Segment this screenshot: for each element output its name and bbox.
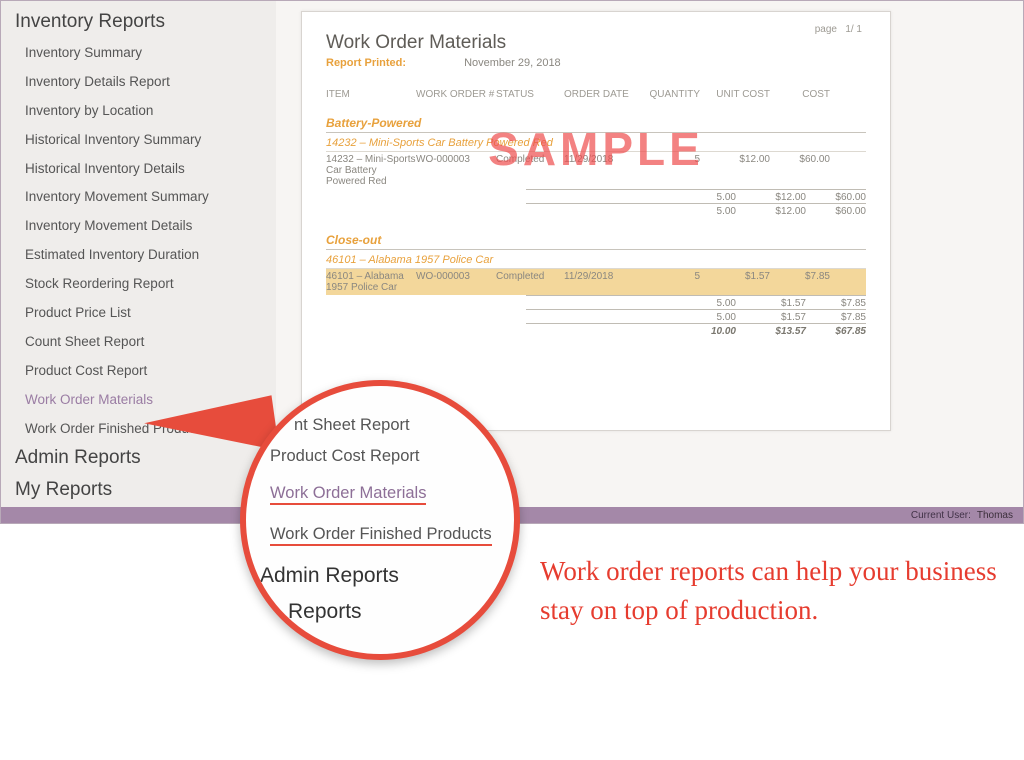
sidebar-item-stock-reordering-report[interactable]: Stock Reordering Report (1, 270, 276, 299)
sidebar-item-inventory-summary[interactable]: Inventory Summary (1, 39, 276, 68)
sidebar-item-work-order-finished-products[interactable]: Work Order Finished Products (1, 415, 276, 444)
sidebar-item-product-cost-report[interactable]: Product Cost Report (1, 357, 276, 386)
sidebar-item-product-price-list[interactable]: Product Price List (1, 299, 276, 328)
subtotal-row: 5.00$1.57$7.85 (526, 295, 866, 309)
report-preview: page 1/ 1 Work Order Materials Report Pr… (301, 11, 891, 431)
current-user: Thomas (977, 510, 1013, 521)
section-inventory-reports[interactable]: Inventory Reports (1, 7, 276, 39)
section-admin-reports[interactable]: Admin Reports (1, 443, 276, 475)
sidebar-item-inventory-movement-summary[interactable]: Inventory Movement Summary (1, 183, 276, 212)
subgroup-header: 46101 – Alabama 1957 Police Car (326, 254, 866, 269)
sidebar-item-estimated-inventory-duration[interactable]: Estimated Inventory Duration (1, 241, 276, 270)
reports-sidebar: Inventory Reports Inventory SummaryInven… (1, 1, 276, 523)
section-my-reports[interactable]: My Reports (1, 475, 276, 507)
table-row: 46101 – Alabama 1957 Police CarWO-000003… (326, 269, 866, 295)
lens-section-head: Admin Reports (260, 554, 504, 590)
column-headers: ITEM WORK ORDER # STATUS ORDER DATE QUAN… (326, 89, 866, 100)
sidebar-item-inventory-movement-details[interactable]: Inventory Movement Details (1, 212, 276, 241)
report-title: Work Order Materials (326, 32, 866, 54)
group-header: Close-out (326, 233, 866, 250)
subgroup-header: 14232 – Mini-Sports Car Battery Powered … (326, 137, 866, 152)
status-bar: Current User: Thomas (1, 507, 1023, 523)
sidebar-item-work-order-materials[interactable]: Work Order Materials (1, 386, 276, 415)
table-row: 14232 – Mini-Sports Car Battery Powered … (326, 152, 866, 189)
app-window: Inventory Reports Inventory SummaryInven… (0, 0, 1024, 524)
handwritten-note: Work order reports can help your busines… (540, 552, 1010, 630)
sidebar-item-historical-inventory-details[interactable]: Historical Inventory Details (1, 155, 276, 184)
grand-total-row: 10.00$13.57$67.85 (526, 323, 866, 337)
sidebar-item-count-sheet-report[interactable]: Count Sheet Report (1, 328, 276, 357)
report-printed: Report Printed:November 29, 2018 (326, 57, 866, 69)
subtotal-row: 5.00$1.57$7.85 (526, 309, 866, 323)
subtotal-row: 5.00$12.00$60.00 (526, 203, 866, 217)
group-header: Battery-Powered (326, 116, 866, 133)
subtotal-row: 5.00$12.00$60.00 (526, 189, 866, 203)
lens-section-head: Reports (260, 590, 504, 626)
sidebar-item-inventory-details-report[interactable]: Inventory Details Report (1, 68, 276, 97)
page-indicator: page 1/ 1 (815, 24, 862, 35)
sidebar-item-inventory-by-location[interactable]: Inventory by Location (1, 97, 276, 126)
lens-item-highlight: Work Order Finished Products (270, 521, 492, 546)
sidebar-item-historical-inventory-summary[interactable]: Historical Inventory Summary (1, 126, 276, 155)
